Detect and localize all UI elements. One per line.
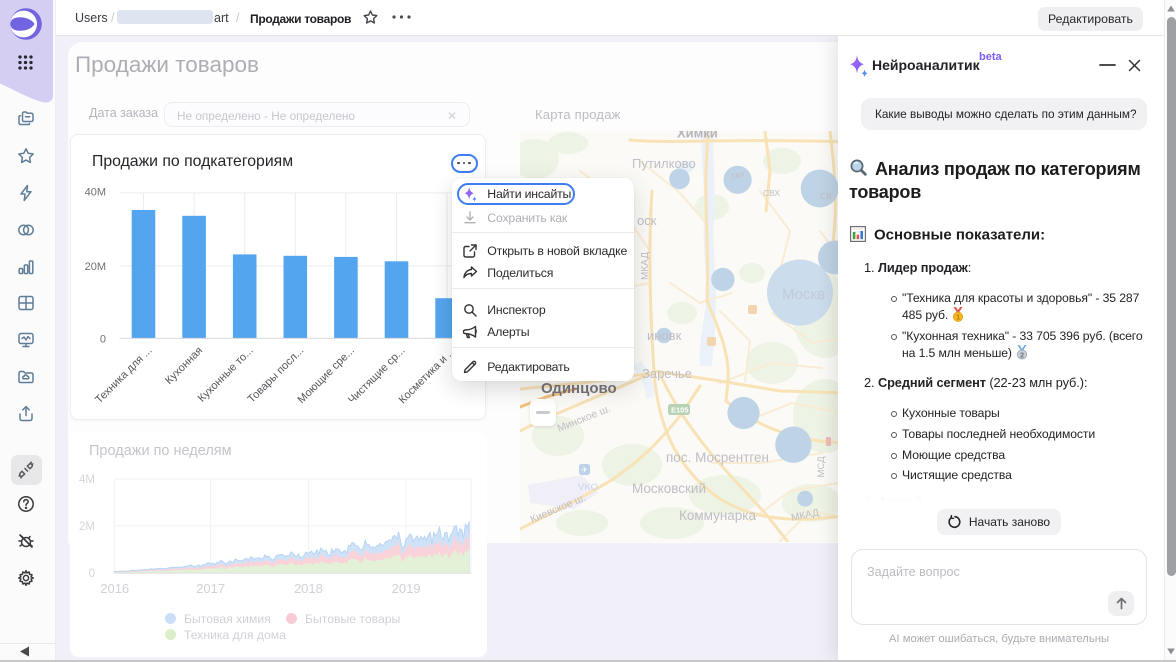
svg-text:0: 0 bbox=[100, 333, 106, 345]
svg-text:2017: 2017 bbox=[196, 581, 225, 596]
svg-text:E105: E105 bbox=[671, 405, 689, 414]
svg-text:пос. Мосрентген: пос. Мосрентген bbox=[666, 450, 769, 465]
svg-text:Москв: Москв bbox=[782, 286, 825, 303]
svg-text:2019: 2019 bbox=[392, 581, 421, 596]
svg-text:20M: 20M bbox=[85, 260, 106, 272]
svg-text:2016: 2016 bbox=[100, 581, 129, 596]
svg-text:2: 2 bbox=[1020, 352, 1024, 359]
svg-text:СВХ: СВХ bbox=[763, 188, 780, 198]
svg-text:4M: 4M bbox=[79, 474, 95, 486]
svg-text:оск: оск bbox=[637, 213, 657, 228]
svg-text:2018: 2018 bbox=[294, 581, 323, 596]
svg-text:МСД: МСД bbox=[816, 455, 827, 477]
svg-text:40M: 40M bbox=[85, 186, 106, 198]
svg-text:2M: 2M bbox=[79, 521, 95, 533]
svg-text:МКАД: МКАД bbox=[640, 251, 651, 279]
svg-text:Коммунарка: Коммунарка bbox=[679, 508, 757, 523]
svg-text:Путилково: Путилково bbox=[632, 156, 696, 171]
svg-text:иновк: иновк bbox=[647, 328, 682, 343]
svg-text:Московский: Московский bbox=[632, 481, 706, 496]
svg-text:Кухонная: Кухонная bbox=[163, 344, 205, 386]
svg-text:✈: ✈ bbox=[581, 465, 588, 474]
svg-text:VKO: VKO bbox=[578, 482, 598, 493]
svg-text:0: 0 bbox=[89, 568, 95, 580]
svg-text:Техника для ...: Техника для ... bbox=[93, 344, 154, 405]
svg-text:Химки: Химки bbox=[677, 131, 718, 141]
svg-text:1: 1 bbox=[956, 313, 960, 322]
svg-text:СВ: СВ bbox=[820, 191, 832, 201]
svg-text:Одинцово: Одинцово bbox=[541, 380, 617, 397]
svg-text:Заречье: Заречье bbox=[642, 366, 692, 381]
